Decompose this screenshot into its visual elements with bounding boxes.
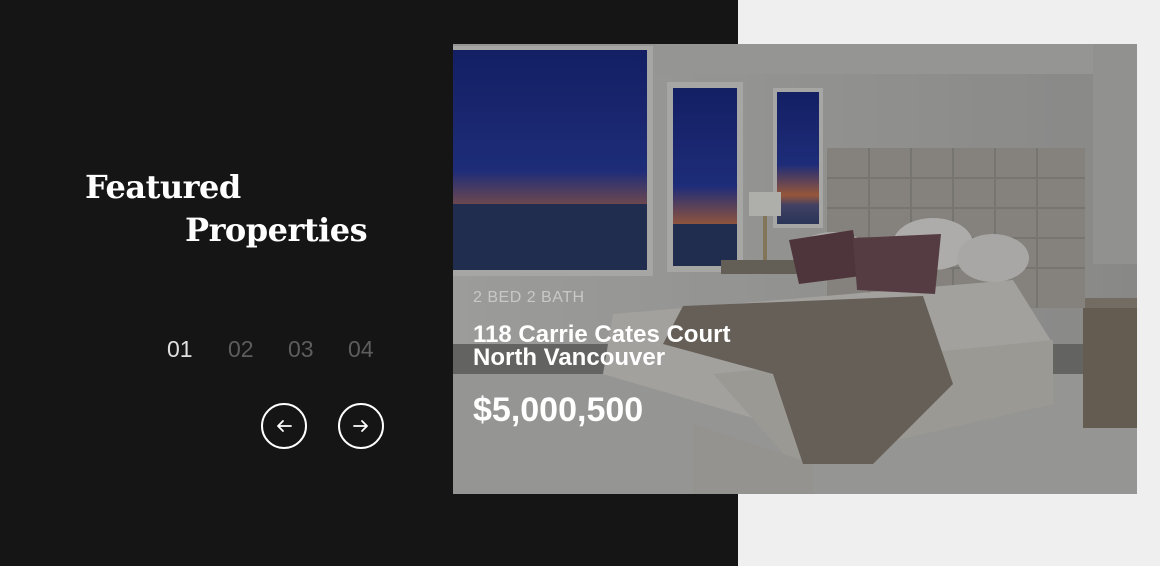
prev-slide-button[interactable] xyxy=(261,403,307,449)
property-address[interactable]: 118 Carrie Cates Court North Vancouver xyxy=(473,321,731,371)
property-price: $5,000,500 xyxy=(473,391,644,429)
section-heading: Featured Properties xyxy=(85,166,368,252)
next-slide-button[interactable] xyxy=(338,403,384,449)
pager-item-04[interactable]: 04 xyxy=(348,336,374,363)
heading-line-2: Properties xyxy=(185,211,368,249)
address-line-2: North Vancouver xyxy=(473,344,666,371)
heading-line-1: Featured xyxy=(85,168,241,206)
address-line-1: 118 Carrie Cates Court xyxy=(473,321,731,348)
pager-item-03[interactable]: 03 xyxy=(288,336,314,363)
property-card[interactable]: 2 BED 2 BATH 118 Carrie Cates Court Nort… xyxy=(453,44,1137,494)
arrow-left-icon xyxy=(277,420,292,432)
pager-item-02[interactable]: 02 xyxy=(228,336,254,363)
beds-baths-label: 2 BED 2 BATH xyxy=(473,289,585,306)
arrow-right-icon xyxy=(353,420,368,432)
pager-item-01[interactable]: 01 xyxy=(167,336,193,363)
